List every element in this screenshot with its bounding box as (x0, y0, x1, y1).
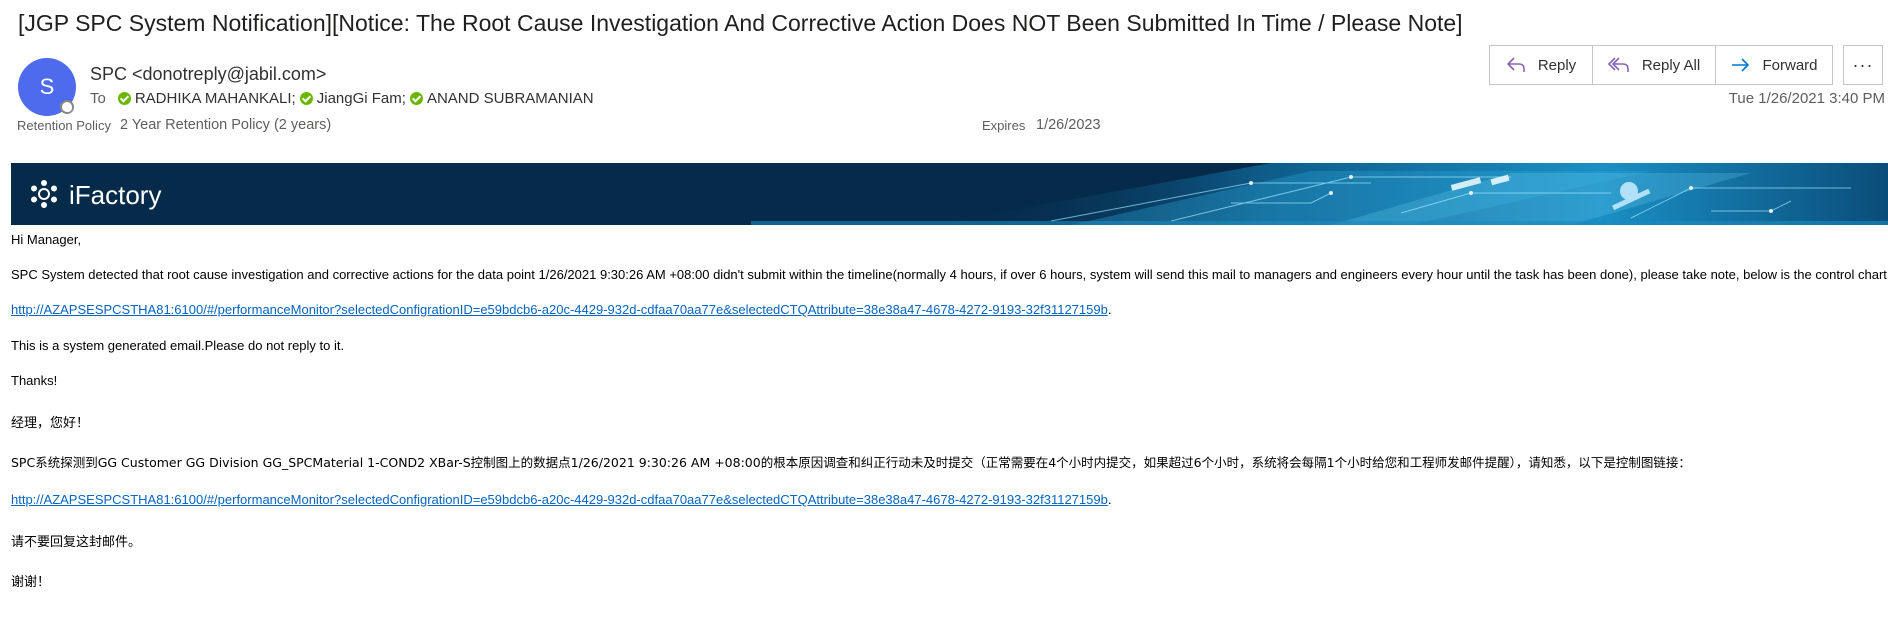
reply-all-button[interactable]: Reply All (1592, 45, 1716, 85)
reply-label: Reply (1537, 56, 1577, 74)
forward-label: Forward (1762, 56, 1818, 74)
greeting: Hi Manager, (11, 232, 82, 247)
forward-icon (1732, 58, 1750, 72)
recipient-name: JiangGi Fam; (316, 90, 406, 107)
sent-datetime: Tue 1/26/2021 3:40 PM (1728, 90, 1885, 107)
sender-name[interactable]: SPC <donotreply@jabil.com> (90, 64, 326, 85)
reply-all-label: Reply All (1641, 56, 1701, 74)
retention-label: Retention Policy (17, 118, 111, 133)
presence-status-icon (60, 100, 74, 114)
expires-value: 1/26/2023 (1036, 117, 1101, 133)
link-period: . (1107, 492, 1112, 507)
no-reply-notice-chinese: 请不要回复这封邮件。 (11, 535, 142, 550)
reply-icon (1507, 57, 1525, 72)
presence-available-icon (117, 92, 131, 105)
presence-available-icon (409, 92, 423, 105)
message-paragraph-chinese: SPC系统探测到GG Customer GG Division GG_SPCMa… (11, 455, 1691, 470)
recipient[interactable]: RADHIKA MAHANKALI; (117, 90, 296, 107)
thanks-text-chinese: 谢谢！ (11, 575, 51, 590)
banner-title: iFactory (69, 180, 162, 210)
no-reply-notice: This is a system generated email.Please … (11, 338, 345, 353)
thanks-text: Thanks! (11, 373, 58, 388)
recipient-name: RADHIKA MAHANKALI; (134, 90, 296, 107)
link-row-chinese: http://AZAPSESPCSTHA81:6100/#/performanc… (11, 492, 1111, 507)
circuit-banner-image (751, 163, 1888, 225)
link-row: http://AZAPSESPCSTHA81:6100/#/performanc… (11, 302, 1111, 317)
presence-available-icon (299, 92, 313, 105)
recipient[interactable]: ANAND SUBRAMANIAN (409, 90, 594, 107)
email-subject: [JGP SPC System Notification][Notice: Th… (18, 10, 1463, 36)
ifactory-logo-icon (31, 180, 57, 208)
reply-all-icon (1608, 57, 1629, 72)
more-actions-button[interactable]: ··· (1843, 45, 1883, 85)
forward-button[interactable]: Forward (1715, 45, 1833, 85)
recipient-name: ANAND SUBRAMANIAN (426, 90, 594, 107)
to-label: To (90, 90, 106, 107)
recipient[interactable]: JiangGi Fam; (299, 90, 406, 107)
expires-label: Expires (982, 118, 1026, 133)
link-period: . (1107, 302, 1112, 317)
control-chart-link-chinese[interactable]: http://AZAPSESPCSTHA81:6100/#/performanc… (11, 492, 1108, 507)
ifactory-banner: iFactory (11, 163, 1888, 225)
reply-button[interactable]: Reply (1489, 45, 1593, 85)
message-actions: Reply Reply All Forward ··· (1489, 45, 1883, 85)
avatar-initial: S (39, 74, 55, 99)
more-icon: ··· (1852, 54, 1874, 75)
message-paragraph: SPC System detected that root cause inve… (11, 267, 1888, 282)
recipients-row: To RADHIKA MAHANKALI; JiangGi Fam; ANAND… (90, 90, 598, 107)
retention-value: 2 Year Retention Policy (2 years) (120, 117, 332, 133)
control-chart-link[interactable]: http://AZAPSESPCSTHA81:6100/#/performanc… (11, 302, 1108, 317)
greeting-chinese: 经理，您好！ (11, 416, 90, 431)
